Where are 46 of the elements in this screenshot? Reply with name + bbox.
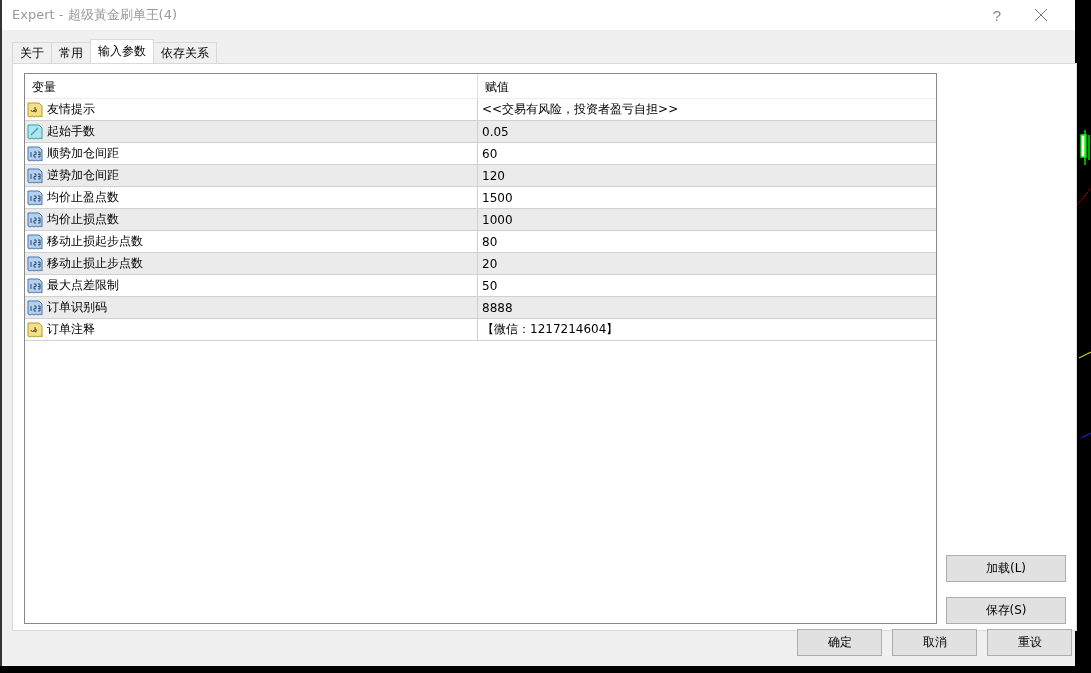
parameter-value: 0.05 [481, 123, 510, 141]
parameter-name: 订单识别码 [47, 299, 107, 316]
help-button[interactable]: ? [975, 0, 1019, 30]
tab[interactable]: 依存关系 [153, 42, 217, 63]
parameter-name: 逆势加仓间距 [47, 167, 119, 184]
parameter-value: 8888 [481, 299, 514, 317]
load-button[interactable]: 加载(L) [946, 555, 1066, 582]
parameter-name: 移动止损止步点数 [47, 255, 143, 272]
fraction-type-icon [27, 123, 43, 140]
parameter-value: 80 [481, 233, 499, 251]
parameter-value: 50 [481, 277, 499, 295]
parameter-name: 订单注释 [47, 321, 95, 338]
window-title: Expert - 超级黃金刷单王(4) [12, 6, 178, 24]
parameter-value: <<交易有风险，投资者盈亏自担>> [481, 101, 680, 118]
parameter-value: 20 [481, 255, 499, 273]
column-header: 赋值 [484, 79, 510, 96]
parameter-value: 60 [481, 145, 499, 163]
number-type-icon [27, 277, 43, 294]
parameter-name: 最大点差限制 [47, 277, 119, 294]
tab[interactable]: 关于 [12, 42, 52, 63]
parameter-name: 友情提示 [47, 101, 95, 118]
number-type-icon [27, 211, 43, 228]
close-icon [1034, 8, 1048, 22]
parameter-value: 120 [481, 167, 506, 185]
number-type-icon [27, 233, 43, 250]
parameter-name: 起始手数 [47, 123, 95, 140]
text-type-icon [27, 101, 43, 118]
parameter-name: 顺势加仓间距 [47, 145, 119, 162]
column-header: 变量 [25, 74, 478, 98]
number-type-icon [27, 255, 43, 272]
parameter-name: 均价止损点数 [47, 211, 119, 228]
reset-button[interactable]: 重设 [987, 629, 1072, 656]
parameter-name: 均价止盈点数 [47, 189, 119, 206]
parameter-value: 1500 [481, 189, 514, 207]
parameter-value: 1000 [481, 211, 514, 229]
ok-button[interactable]: 确定 [797, 629, 882, 656]
cancel-button[interactable]: 取消 [892, 629, 977, 656]
tab[interactable]: 输入参数 [90, 39, 154, 63]
parameter-value: 【微信：1217214604】 [481, 321, 620, 338]
number-type-icon [27, 299, 43, 316]
text-type-icon [27, 321, 43, 338]
parameter-name: 移动止损起步点数 [47, 233, 143, 250]
number-type-icon [27, 167, 43, 184]
save-button[interactable]: 保存(S) [946, 597, 1066, 624]
number-type-icon [27, 189, 43, 206]
number-type-icon [27, 145, 43, 162]
